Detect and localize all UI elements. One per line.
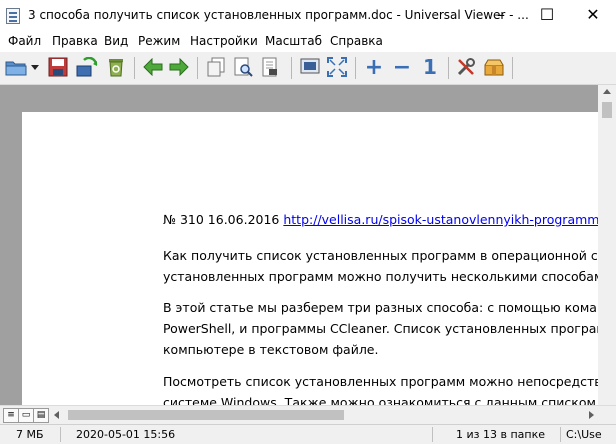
zoom-in-icon[interactable]: + — [362, 55, 386, 80]
recycle-bin-icon[interactable] — [104, 55, 128, 79]
document-number-date: № 310 16.06.2016 — [163, 212, 284, 227]
document-icon — [6, 8, 20, 24]
zoom-out-icon[interactable]: − — [390, 55, 414, 80]
scroll-left-icon[interactable] — [54, 411, 59, 419]
menu-file[interactable]: Файл — [8, 34, 41, 48]
toolbar-separator — [512, 57, 513, 79]
reload-icon[interactable] — [75, 55, 99, 79]
menu-view[interactable]: Вид — [104, 34, 128, 48]
vertical-scrollbar[interactable] — [598, 85, 616, 405]
window-title: 3 способа получить список установленных … — [28, 8, 529, 22]
document-source-link[interactable]: http://vellisa.ru/spisok-ustanovlennyikh… — [283, 212, 598, 227]
document-heading-line: № 310 16.06.2016 http://vellisa.ru/spiso… — [163, 212, 598, 227]
menu-help[interactable]: Справка — [330, 34, 383, 48]
minimize-button[interactable]: – — [478, 0, 524, 32]
file-position: 1 из 13 в папке — [456, 428, 545, 441]
maximize-button[interactable]: ☐ — [524, 0, 570, 32]
paragraph-line: Посмотреть список установленных программ… — [163, 374, 598, 389]
toolbar-separator — [448, 57, 449, 79]
toolbar-separator — [134, 57, 135, 79]
file-path: C:\Use — [566, 428, 602, 441]
package-icon[interactable] — [482, 55, 506, 79]
print-icon[interactable] — [258, 55, 282, 79]
view-mode-layout-button[interactable]: ▤ — [33, 408, 49, 423]
close-button[interactable]: ✕ — [570, 0, 616, 32]
status-bar: 7 МБ 2020-05-01 15:56 1 из 13 в папке C:… — [0, 424, 616, 444]
menu-bar: Файл Правка Вид Режим Настройки Масштаб … — [0, 32, 616, 52]
file-size: 7 МБ — [16, 428, 44, 441]
menu-scale[interactable]: Масштаб — [265, 34, 322, 48]
paragraph-line: В этой статье мы разберем три разных спо… — [163, 300, 598, 315]
copy-icon[interactable] — [204, 55, 228, 79]
forward-arrow-icon[interactable] — [167, 55, 191, 79]
status-separator — [60, 427, 61, 442]
file-date: 2020-05-01 15:56 — [76, 428, 176, 441]
fit-window-icon[interactable] — [325, 55, 349, 79]
paragraph-line: PowerShell, и программы CCleaner. Список… — [163, 321, 598, 336]
title-bar: 3 способа получить список установленных … — [0, 0, 616, 32]
paragraph-line: Как получить список установленных програ… — [163, 248, 598, 263]
scroll-up-icon[interactable] — [603, 89, 611, 94]
open-folder-icon[interactable] — [4, 55, 28, 79]
back-arrow-icon[interactable] — [141, 55, 165, 79]
actual-size-icon[interactable]: 1 — [418, 55, 442, 79]
paragraph-line: системе Windows. Также можно ознакомитьс… — [163, 395, 598, 405]
vertical-scroll-thumb[interactable] — [602, 102, 612, 118]
view-mode-text-button[interactable]: ≡ — [3, 408, 19, 423]
settings-icon[interactable] — [454, 55, 478, 79]
horizontal-scrollbar[interactable]: ≡ ▭ ▤ — [0, 405, 616, 424]
status-separator — [432, 427, 433, 442]
paragraph-line: компьютере в текстовом файле. — [163, 342, 379, 357]
save-icon[interactable] — [46, 55, 70, 79]
paragraph-line: установленных программ можно получить не… — [163, 269, 598, 284]
dropdown-arrow-icon[interactable] — [29, 55, 41, 79]
toolbar: + − 1 — [0, 52, 616, 85]
scroll-right-icon[interactable] — [589, 411, 594, 419]
document-viewport[interactable]: № 310 16.06.2016 http://vellisa.ru/spiso… — [0, 85, 598, 405]
view-mode-page-button[interactable]: ▭ — [18, 408, 34, 423]
menu-edit[interactable]: Правка — [52, 34, 98, 48]
document-page: № 310 16.06.2016 http://vellisa.ru/spiso… — [22, 112, 598, 405]
horizontal-scroll-thumb[interactable] — [68, 410, 344, 420]
screen-icon[interactable] — [298, 55, 322, 79]
menu-settings[interactable]: Настройки — [190, 34, 258, 48]
status-separator — [560, 427, 561, 442]
menu-mode[interactable]: Режим — [138, 34, 180, 48]
print-preview-icon[interactable] — [231, 55, 255, 79]
toolbar-separator — [291, 57, 292, 79]
toolbar-separator — [355, 57, 356, 79]
toolbar-separator — [197, 57, 198, 79]
